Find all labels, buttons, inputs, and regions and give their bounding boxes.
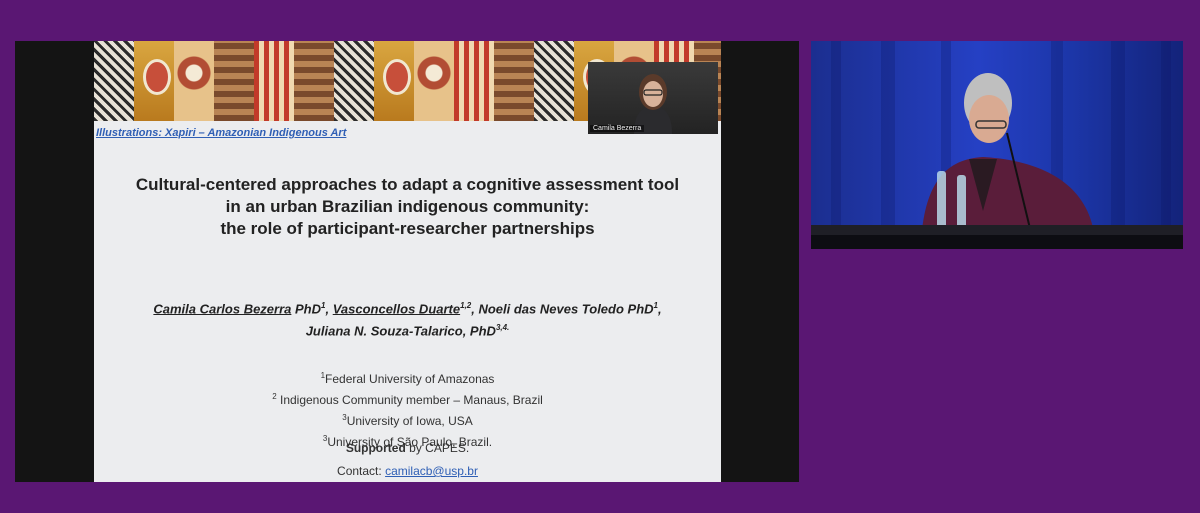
participant-name-tag: Camila Bezerra [590, 125, 645, 132]
author-affiliation-mark: 1 [321, 301, 326, 310]
affiliation-item: 1Federal University of Amazonas [94, 367, 721, 388]
funding-label: Supported [345, 441, 406, 455]
author-name: Camila Carlos Bezerra [153, 301, 292, 317]
art-tile [494, 41, 534, 121]
art-tile [94, 41, 134, 121]
art-tile [374, 41, 414, 121]
speaker-at-podium [811, 41, 1183, 249]
art-tile [214, 41, 254, 121]
author-affiliation-mark: 3,4. [495, 323, 510, 333]
art-tile [414, 41, 454, 121]
author-name: Noeli das Neves Toledo PhD [478, 301, 654, 317]
art-tile [254, 41, 294, 121]
art-tile [294, 41, 334, 121]
slide-title: Cultural-centered approaches to adapt a … [94, 174, 721, 240]
title-line: in an urban Brazilian indigenous communi… [225, 197, 590, 216]
art-tile [174, 41, 214, 121]
art-tile [454, 41, 494, 121]
affiliation-text: University of Iowa, USA [346, 414, 473, 428]
contact-line: Contact: camilacb@usp.br [94, 464, 721, 478]
funding-note: Supported by CAPES. [94, 441, 721, 455]
author-affiliation-mark: 1,2 [460, 301, 472, 310]
affiliations: 1Federal University of Amazonas 2 Indige… [94, 367, 721, 451]
title-line: Cultural-centered approaches to adapt a … [135, 175, 680, 194]
art-tile [534, 41, 574, 121]
illustration-credit: Illustrations: Xapiri – Amazonian Indige… [96, 127, 347, 139]
author-list: Camila Carlos Bezerra PhD1, Vasconcellos… [94, 296, 721, 341]
affiliation-text: Federal University of Amazonas [325, 372, 495, 386]
author-name: Juliana N. Souza-Talarico, PhD [305, 323, 496, 339]
author-degree: PhD [291, 301, 322, 317]
author-line: Camila Carlos Bezerra PhD1, Vasconcellos… [153, 301, 662, 317]
art-tile [334, 41, 374, 121]
title-line: the role of participant-researcher partn… [220, 219, 595, 238]
art-tile [134, 41, 174, 121]
author-name: Vasconcellos Duarte [332, 301, 461, 317]
contact-email-link[interactable]: camilacb@usp.br [385, 464, 478, 478]
affiliation-item: 3University of Iowa, USA [94, 409, 721, 430]
contact-label: Contact: [337, 464, 386, 478]
affiliation-item: 2 Indigenous Community member – Manaus, … [94, 388, 721, 409]
funding-text: by CAPES. [405, 441, 470, 455]
author-line: Juliana N. Souza-Talarico, PhD3,4. [94, 318, 721, 340]
author-affiliation-mark: 1 [653, 301, 658, 310]
speaker-stage-video [811, 41, 1183, 249]
affiliation-text: Indigenous Community member – Manaus, Br… [276, 393, 543, 407]
presenter-video-inset: Camila Bezerra [588, 62, 718, 134]
